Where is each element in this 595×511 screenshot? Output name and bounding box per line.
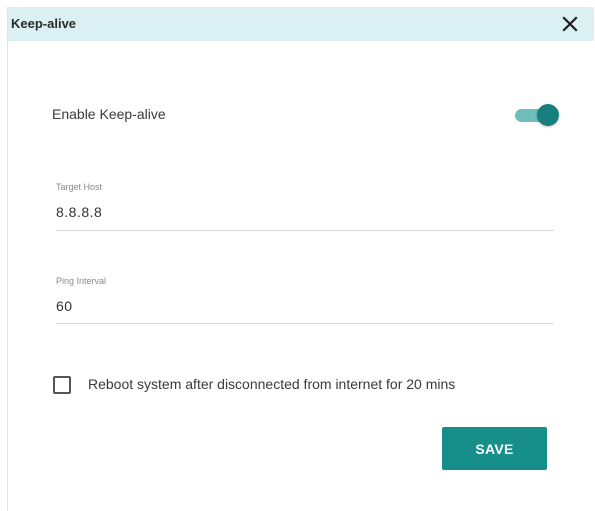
ping-interval-input[interactable]: [56, 295, 546, 317]
enable-keep-alive-toggle[interactable]: [511, 104, 559, 126]
toggle-knob: [537, 104, 559, 126]
enable-keep-alive-label: Enable Keep-alive: [52, 106, 166, 122]
target-host-field: Target Host: [56, 182, 554, 231]
ping-interval-label: Ping Interval: [56, 276, 107, 286]
save-button[interactable]: SAVE: [442, 427, 547, 470]
reboot-checkbox[interactable]: [53, 376, 71, 394]
keep-alive-dialog: Keep-alive Enable Keep-alive Target Host…: [7, 7, 594, 511]
dialog-header: Keep-alive: [8, 7, 594, 41]
target-host-label: Target Host: [56, 182, 103, 192]
close-icon-glyph: [562, 16, 578, 32]
reboot-checkbox-label[interactable]: Reboot system after disconnected from in…: [88, 376, 455, 392]
target-host-input[interactable]: [56, 201, 546, 223]
close-icon[interactable]: [557, 11, 583, 37]
dialog-title: Keep-alive: [11, 16, 77, 31]
ping-interval-field: Ping Interval: [56, 276, 554, 324]
